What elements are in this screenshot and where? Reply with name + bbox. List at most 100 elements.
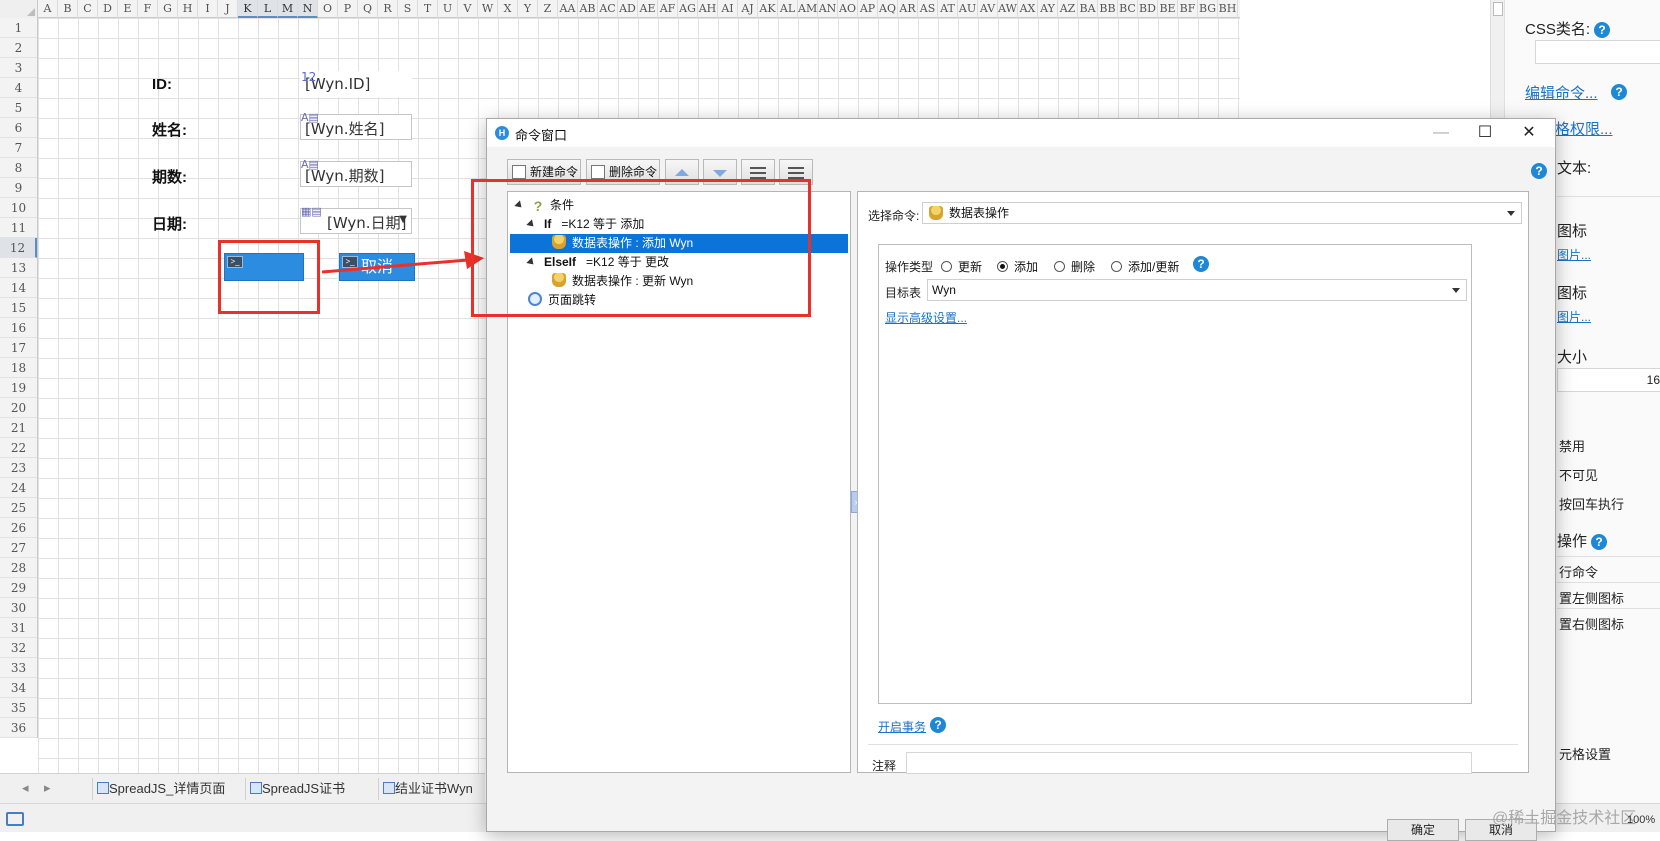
radio-add-update[interactable]: 添加/更新 [1111, 258, 1179, 275]
column-header[interactable]: R [378, 0, 398, 18]
column-header[interactable]: AG [678, 0, 698, 18]
column-header[interactable]: H [178, 0, 198, 18]
column-header[interactable]: AE [638, 0, 658, 18]
row-header[interactable]: 16 [0, 318, 37, 338]
row-header[interactable]: 24 [0, 478, 37, 498]
column-header[interactable]: AW [998, 0, 1018, 18]
permission-link[interactable]: 格权限... [1555, 118, 1613, 139]
row-header[interactable]: 14 [0, 278, 37, 298]
column-header[interactable]: AV [978, 0, 998, 18]
column-header[interactable]: AF [658, 0, 678, 18]
tab-prev-icon[interactable]: ◂ [22, 780, 29, 796]
option-enter-execute[interactable]: 按回车执行 [1559, 494, 1624, 513]
sheet-tab-detail[interactable]: SpreadJS_详情页面 [92, 778, 225, 800]
row-header[interactable]: 31 [0, 618, 37, 638]
column-header[interactable]: J [218, 0, 238, 18]
select-command-dropdown[interactable]: 数据表操作 [922, 202, 1522, 224]
zoom-level[interactable]: 100% [1627, 814, 1655, 826]
column-header[interactable]: AA [558, 0, 578, 18]
op-run-command[interactable]: 行命令 [1559, 562, 1598, 581]
row-header[interactable]: 17 [0, 338, 37, 358]
column-header[interactable]: Q [358, 0, 378, 18]
row-header[interactable]: 7 [0, 138, 37, 158]
column-header[interactable]: AM [798, 0, 818, 18]
ok-button[interactable]: 确定 [1387, 819, 1459, 841]
row-header[interactable]: 32 [0, 638, 37, 658]
column-header[interactable]: Z [538, 0, 558, 18]
column-header[interactable]: AS [918, 0, 938, 18]
column-header[interactable]: L [258, 0, 278, 18]
row-header[interactable]: 5 [0, 98, 37, 118]
row-header[interactable]: 26 [0, 518, 37, 538]
column-header[interactable]: G [158, 0, 178, 18]
column-header[interactable]: A [38, 0, 58, 18]
row-header[interactable]: 36 [0, 718, 37, 738]
help-icon[interactable]: ? [930, 717, 946, 733]
show-advanced-link[interactable]: 显示高级设置... [885, 309, 967, 326]
column-header[interactable]: E [118, 0, 138, 18]
note-input[interactable] [906, 752, 1472, 774]
option-disabled[interactable]: 禁用 [1559, 436, 1585, 455]
row-header[interactable]: 11 [0, 218, 37, 238]
column-header[interactable]: K [238, 0, 258, 18]
column-header[interactable]: T [418, 0, 438, 18]
dialog-help-icon[interactable]: ? [1531, 163, 1547, 179]
column-header[interactable]: AP [858, 0, 878, 18]
column-header[interactable]: BA [1078, 0, 1098, 18]
row-header[interactable]: 19 [0, 378, 37, 398]
column-header[interactable]: BC [1118, 0, 1138, 18]
row-header[interactable]: 12 [0, 238, 37, 258]
column-header[interactable]: C [78, 0, 98, 18]
maximize-icon[interactable]: ☐ [1465, 121, 1505, 145]
row-header[interactable]: 4 [0, 78, 37, 98]
css-class-input[interactable] [1535, 40, 1660, 64]
cell-settings-tab[interactable]: 元格设置 [1559, 744, 1611, 763]
row-header[interactable]: 22 [0, 438, 37, 458]
column-header[interactable]: AC [598, 0, 618, 18]
transaction-link[interactable]: 开启事务 [878, 718, 926, 735]
row-header[interactable]: 25 [0, 498, 37, 518]
help-icon[interactable]: ? [1193, 256, 1209, 272]
sheet-tab-certificate[interactable]: SpreadJS证书 [245, 778, 345, 800]
row-header[interactable]: 6 [0, 118, 37, 138]
row-header[interactable]: 3 [0, 58, 37, 78]
row-header[interactable]: 30 [0, 598, 37, 618]
scroll-up-icon[interactable] [1493, 2, 1503, 16]
column-header[interactable]: AI [718, 0, 738, 18]
row-header[interactable]: 1 [0, 18, 37, 38]
row-header[interactable]: 21 [0, 418, 37, 438]
period-field[interactable]: A▤ [Wyn.期数] [300, 158, 412, 187]
edit-command-link[interactable]: 编辑命令... [1525, 82, 1598, 103]
column-header[interactable]: B [58, 0, 78, 18]
dialog-title-bar[interactable]: H 命令窗口 — ☐ ✕ [487, 119, 1555, 147]
column-header[interactable]: AU [958, 0, 978, 18]
status-menu-icon[interactable] [6, 812, 24, 826]
option-invisible[interactable]: 不可见 [1559, 465, 1598, 484]
op-right-icon[interactable]: 置右侧图标 [1559, 614, 1624, 633]
row-header[interactable]: 8 [0, 158, 37, 178]
column-header[interactable]: AR [898, 0, 918, 18]
row-header[interactable]: 20 [0, 398, 37, 418]
tab-next-icon[interactable]: ▸ [44, 780, 51, 796]
column-header[interactable]: W [478, 0, 498, 18]
row-header[interactable]: 18 [0, 358, 37, 378]
help-icon[interactable]: ? [1611, 84, 1627, 100]
column-header[interactable]: AL [778, 0, 798, 18]
radio-update[interactable]: 更新 [941, 258, 982, 275]
row-header[interactable]: 29 [0, 578, 37, 598]
row-header[interactable]: 10 [0, 198, 37, 218]
size-input[interactable]: 16 [1557, 368, 1660, 392]
close-icon[interactable]: ✕ [1509, 121, 1549, 145]
column-header[interactable]: AO [838, 0, 858, 18]
column-header[interactable]: AD [618, 0, 638, 18]
target-table-dropdown[interactable]: Wyn [927, 279, 1467, 301]
row-header[interactable]: 23 [0, 458, 37, 478]
row-header[interactable]: 34 [0, 678, 37, 698]
icon2-link[interactable]: 图片... [1557, 308, 1591, 325]
column-header[interactable]: M [278, 0, 298, 18]
help-icon[interactable]: ? [1591, 534, 1608, 551]
id-field[interactable]: 12 [Wyn.ID] [300, 70, 412, 97]
minimize-icon[interactable]: — [1421, 121, 1461, 145]
column-header[interactable]: BG [1198, 0, 1218, 18]
column-header[interactable]: BE [1158, 0, 1178, 18]
